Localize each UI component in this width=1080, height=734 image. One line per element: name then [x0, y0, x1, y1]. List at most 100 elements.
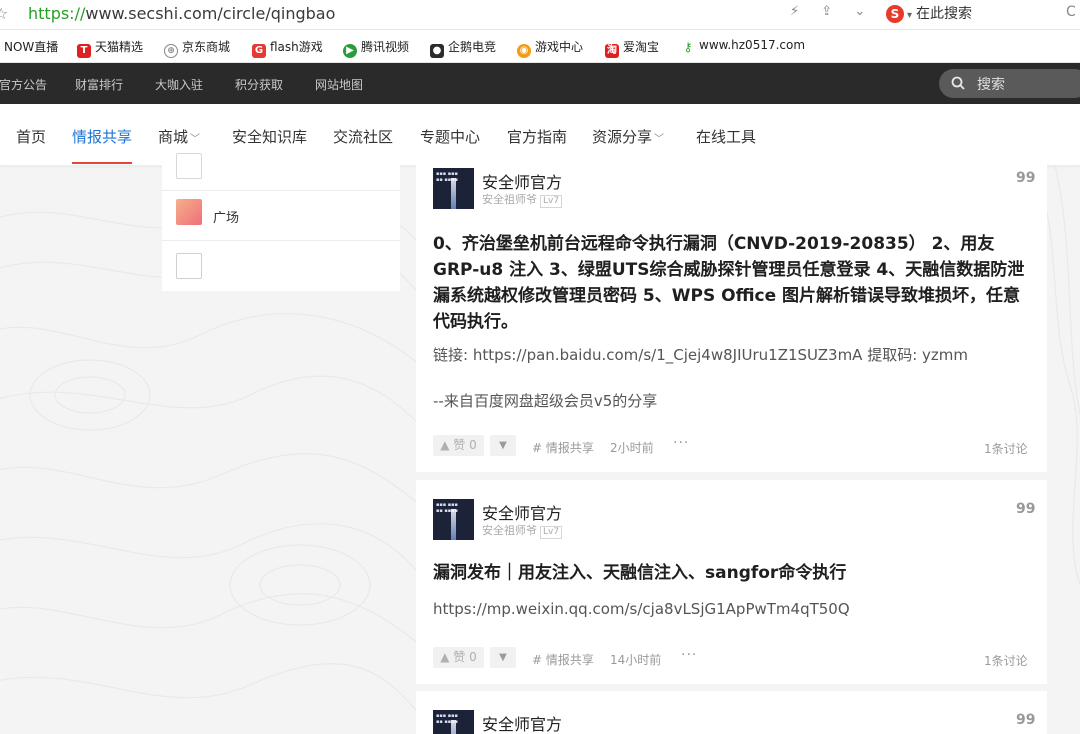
upvote-button[interactable]: ▲ 赞 0	[433, 435, 484, 456]
topnav-sitemap[interactable]: 网站地图	[315, 76, 363, 93]
downvote-button[interactable]: ▼	[490, 435, 516, 456]
nav-resources[interactable]: 资源分享 ﹀	[592, 126, 664, 147]
avatar-graphic	[451, 178, 456, 209]
bookmark-penguin-esports[interactable]: ● 企鹅电竞	[430, 38, 496, 58]
topnav-announcements[interactable]: 官方公告	[0, 76, 47, 93]
author-name[interactable]: 安全师官方	[482, 711, 562, 734]
sidebar-item-hidden[interactable]	[162, 141, 400, 191]
bookmark-jd[interactable]: ⊕ 京东商城	[164, 38, 230, 58]
nav-resources-label: 资源分享	[592, 128, 653, 146]
browser-search-box[interactable]: S ▾ 在此搜索	[886, 3, 972, 23]
author-name[interactable]: 安全师官方	[482, 500, 562, 524]
bookmark-flash-games[interactable]: Gflash游戏	[252, 38, 323, 58]
browser-search-placeholder: 在此搜索	[916, 6, 973, 22]
tab-edge-icon: C	[1066, 4, 1076, 20]
globe-icon: ⊕	[164, 44, 178, 58]
url-path: www.secshi.com/circle/qingbao	[85, 4, 336, 23]
post-body-line: 链接: https://pan.baidu.com/s/1_Cjej4w8JIU…	[433, 346, 969, 364]
topnav-experts-join[interactable]: 大咖入驻	[155, 76, 203, 93]
bookmark-label: 爱淘宝	[623, 40, 660, 54]
author-title-text: 安全祖师爷	[482, 524, 537, 537]
author-name[interactable]: 安全师官方	[482, 169, 562, 193]
upvote-button[interactable]: ▲ 赞 0	[433, 647, 484, 668]
site-search-input[interactable]: 搜索	[939, 69, 1080, 98]
upvote-arrow-icon: ▲	[440, 650, 450, 664]
sidebar-item-blank[interactable]	[162, 241, 400, 291]
sidebar: 广场	[162, 153, 400, 291]
bookmark-tmall[interactable]: T 天猫精选	[77, 38, 143, 58]
flash-game-icon: G	[252, 44, 266, 58]
upvote-arrow-icon: ▲	[440, 438, 450, 452]
active-tab-underline	[72, 162, 132, 164]
author-title-text: 安全祖师爷	[482, 193, 537, 206]
nav-home[interactable]: 首页	[16, 126, 46, 147]
post-body-line: --来自百度网盘超级会员v5的分享	[433, 392, 658, 410]
bookmark-game-center[interactable]: ◉ 游戏中心	[517, 38, 583, 58]
bookmark-label: 京东商城	[182, 40, 231, 54]
post-tag[interactable]: # 情报共享	[532, 439, 594, 456]
sogou-search-icon: S	[886, 5, 904, 23]
nav-intel-sharing[interactable]: 情报共享	[72, 126, 132, 147]
avatar[interactable]: ▪▪▪ ▪▪▪ ▪▪ ▪▪▪▪	[433, 499, 474, 540]
sidebar-thumb	[176, 253, 202, 279]
bookmark-tencent-video[interactable]: ▶ 腾讯视频	[343, 38, 409, 58]
bookmark-label: 游戏中心	[535, 40, 584, 54]
author-title: 安全祖师爷 Lv7	[482, 522, 563, 539]
level-badge: Lv7	[540, 195, 563, 208]
quote-icon[interactable]: 99	[1016, 170, 1035, 186]
comments-count[interactable]: 1条讨论	[984, 652, 1028, 669]
more-icon[interactable]: ···	[681, 647, 697, 663]
comments-count[interactable]: 1条讨论	[984, 440, 1028, 457]
post-title[interactable]: 0、齐治堡垒机前台远程命令执行漏洞（CNVD-2019-20835） 2、用友G…	[433, 231, 1033, 335]
bookmark-hz0517[interactable]: ⚷ www.hz0517.com	[681, 38, 805, 54]
post-tag[interactable]: # 情报共享	[532, 651, 594, 668]
topnav-get-points[interactable]: 积分获取	[235, 76, 283, 93]
chevron-down-icon[interactable]: ⌄	[854, 4, 865, 19]
taobao-icon: 淘	[605, 44, 619, 58]
post-title[interactable]: 漏洞发布｜用友注入、天融信注入、sangfor命令执行	[433, 560, 1033, 586]
upvote-count: 赞 0	[453, 438, 477, 452]
sidebar-thumb	[176, 153, 202, 179]
site-topbar: 官方公告 财富排行 大咖入驻 积分获取 网站地图 搜索	[0, 63, 1080, 104]
key-icon: ⚷	[683, 40, 693, 54]
square-thumb	[176, 199, 202, 225]
avatar-graphic	[451, 720, 456, 734]
engine-chevron-icon[interactable]: ▾	[907, 10, 912, 21]
bookmark-label: 天猫精选	[95, 40, 144, 54]
share-icon[interactable]: ⇪	[821, 4, 832, 19]
tencent-video-icon: ▶	[343, 44, 357, 58]
star-icon[interactable]: ☆	[0, 4, 8, 23]
post-body-line[interactable]: https://mp.weixin.qq.com/s/cja8vLSjG1ApP…	[433, 600, 850, 618]
bookmark-label: 企鹅电竞	[448, 40, 497, 54]
more-icon[interactable]: ···	[673, 435, 689, 451]
bookmark-now-live[interactable]: NOW直播	[4, 38, 58, 55]
url-scheme: https://	[28, 4, 86, 23]
chevron-down-icon: ﹀	[654, 134, 665, 145]
bookmark-label: 腾讯视频	[361, 40, 410, 54]
post-card: ▪▪▪ ▪▪▪ ▪▪ ▪▪▪▪ 安全师官方 安全祖师爷 Lv7 99 漏洞发布｜用友…	[416, 480, 1047, 684]
bookmark-label: www.hz0517.com	[699, 38, 806, 52]
downvote-button[interactable]: ▼	[490, 647, 516, 668]
url-field[interactable]: https://www.secshi.com/circle/qingbao	[28, 4, 335, 23]
avatar[interactable]: ▪▪▪ ▪▪▪ ▪▪ ▪▪▪▪	[433, 710, 474, 734]
nav-topics[interactable]: 专题中心	[420, 126, 480, 147]
author-title: 安全祖师爷 Lv7	[482, 191, 563, 208]
sidebar-item-square[interactable]: 广场	[162, 191, 400, 241]
gamepad-icon: ◉	[517, 44, 531, 58]
avatar-graphic	[451, 509, 456, 540]
quote-icon[interactable]: 99	[1016, 501, 1035, 517]
bookmark-label: NOW直播	[4, 40, 59, 54]
sidebar-item-label: 广场	[213, 211, 240, 226]
quote-icon[interactable]: 99	[1016, 712, 1035, 728]
nav-official-guide[interactable]: 官方指南	[507, 126, 567, 147]
browser-address-bar: ☆ https://www.secshi.com/circle/qingbao …	[0, 0, 1080, 30]
level-badge: Lv7	[540, 526, 563, 539]
bookmark-ai-taobao[interactable]: 淘爱淘宝	[605, 38, 659, 58]
topnav-wealth-ranking[interactable]: 财富排行	[75, 76, 123, 93]
address-tools: ⚡ ⇪ ⌄	[790, 4, 883, 19]
post-time: 14小时前	[610, 653, 662, 667]
avatar[interactable]: ▪▪▪ ▪▪▪ ▪▪ ▪▪▪▪	[433, 168, 474, 209]
nav-online-tools[interactable]: 在线工具	[696, 126, 756, 147]
lightning-icon[interactable]: ⚡	[790, 4, 799, 19]
bookmark-label: flash游戏	[270, 40, 323, 54]
